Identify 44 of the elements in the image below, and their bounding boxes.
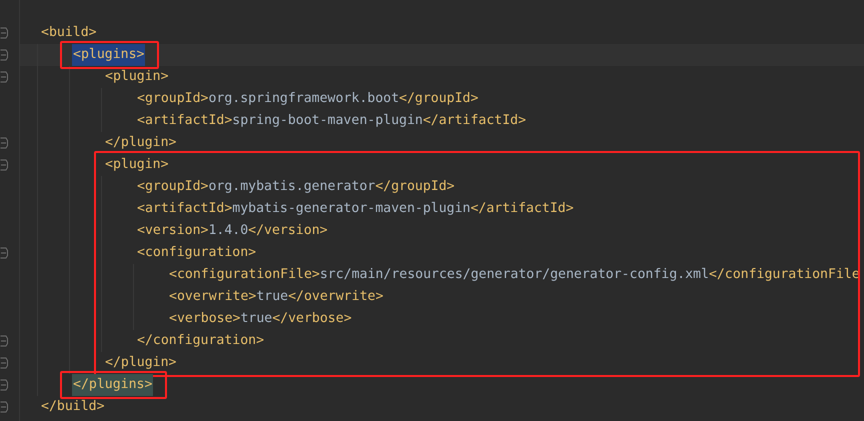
xml-tag: <build> [41, 25, 97, 40]
fold-icon[interactable] [0, 335, 8, 347]
xml-tag: <artifactId> [137, 201, 232, 216]
xml-tag: </plugins> [73, 377, 152, 392]
xml-value: src/main/resources/generator/generator-config.xml [320, 267, 709, 282]
xml-tag: <configurationFile> [169, 267, 320, 282]
fold-icon[interactable] [0, 401, 8, 413]
xml-tag: <plugin> [105, 157, 169, 172]
xml-tag: <plugin> [105, 69, 169, 84]
fold-icon[interactable] [0, 137, 8, 149]
xml-tag: </groupId> [399, 91, 478, 106]
xml-tag: </version> [248, 223, 328, 238]
xml-tag: </overwrite> [288, 289, 384, 304]
xml-tag: <groupId> [137, 179, 208, 194]
xml-value: org.springframework.boot [208, 91, 400, 106]
fold-icon[interactable] [0, 357, 8, 369]
xml-value: 1.4.0 [208, 223, 248, 238]
xml-tag: </artifactId> [422, 113, 526, 128]
xml-tag: <artifactId> [137, 113, 232, 128]
xml-tag: <groupId> [137, 91, 208, 106]
xml-tag: </plugin> [105, 135, 176, 150]
fold-icon[interactable] [0, 247, 8, 259]
xml-tag: <verbose> [169, 311, 240, 326]
fold-icon[interactable] [0, 27, 8, 39]
xml-tag: </configuration> [137, 333, 264, 348]
xml-value: true [256, 289, 288, 304]
xml-tag: <configuration> [137, 245, 256, 260]
xml-value: org.mybatis.generator [208, 179, 376, 194]
xml-tag: </build> [41, 399, 105, 414]
fold-icon[interactable] [0, 49, 8, 61]
xml-tag: </plugin> [105, 355, 176, 370]
xml-value: true [240, 311, 272, 326]
xml-tag: </artifactId> [470, 201, 574, 216]
fold-icon[interactable] [0, 379, 8, 391]
fold-icon[interactable] [0, 159, 8, 171]
xml-tag: </groupId> [375, 179, 455, 194]
xml-tag: <version> [137, 223, 208, 238]
xml-tag: </configurationFile [708, 267, 860, 282]
xml-tag: <overwrite> [169, 289, 256, 304]
xml-value: spring-boot-maven-plugin [232, 113, 423, 128]
xml-value: mybatis-generator-maven-plugin [232, 201, 470, 216]
fold-icon[interactable] [0, 71, 8, 83]
xml-tag: <plugins> [73, 47, 144, 62]
xml-tag: </verbose> [272, 311, 352, 326]
